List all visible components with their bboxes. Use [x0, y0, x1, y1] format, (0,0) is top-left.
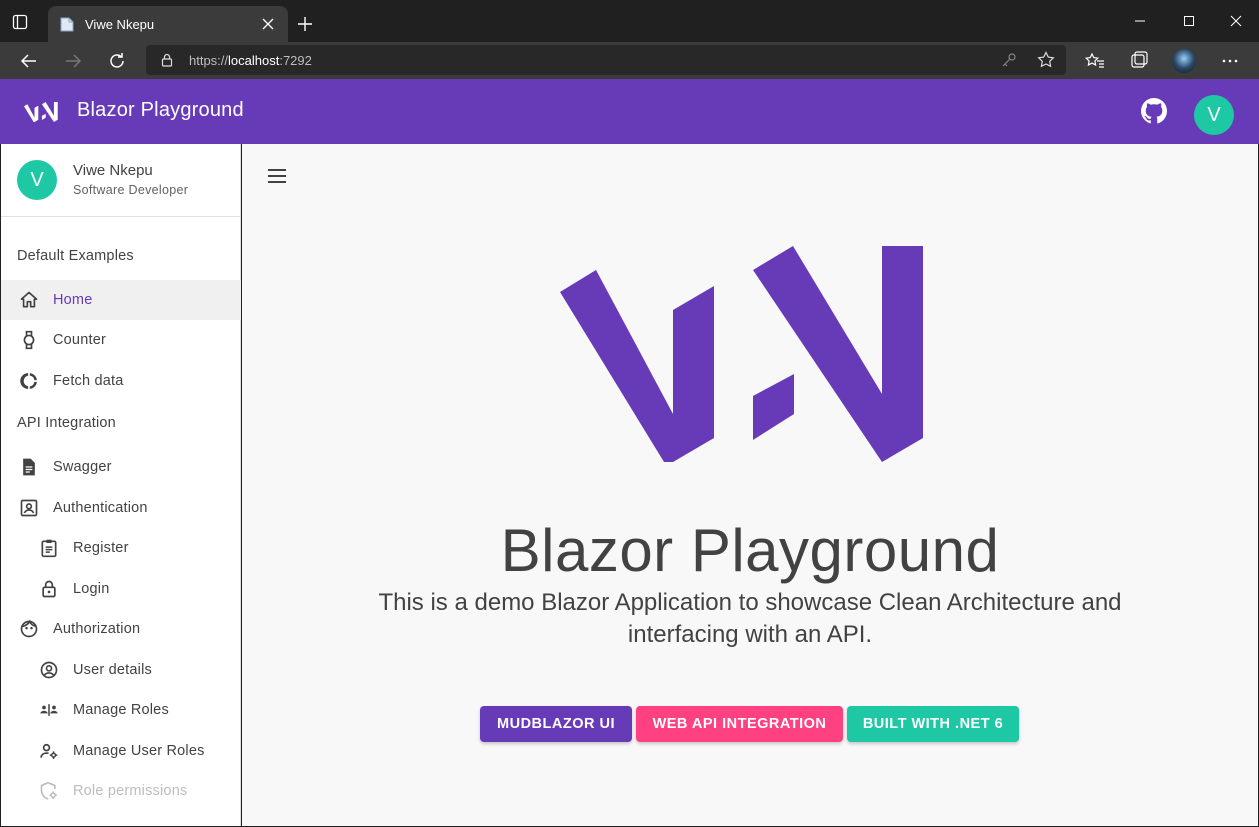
- github-icon[interactable]: [1141, 98, 1167, 124]
- close-tab-icon[interactable]: [262, 18, 274, 30]
- clipboard-icon: [41, 539, 57, 558]
- built-with-net6-button[interactable]: BUILT WITH .NET 6: [847, 706, 1019, 742]
- profile-avatar-icon[interactable]: [1172, 49, 1196, 73]
- nav-item-fetch-data[interactable]: Fetch data: [1, 361, 241, 401]
- nav-item-counter[interactable]: Counter: [1, 320, 241, 360]
- home-icon: [20, 291, 38, 308]
- shield-gear-icon: [40, 781, 57, 800]
- profile-avatar: V: [17, 160, 57, 200]
- tab-actions-icon[interactable]: [12, 14, 28, 30]
- nav-label: Counter: [53, 332, 106, 348]
- tab-title: Viwe Nkepu: [85, 17, 155, 32]
- profile-name: Viwe Nkepu: [73, 162, 153, 179]
- nav-item-home[interactable]: Home: [1, 280, 241, 320]
- nav-item-login[interactable]: Login: [1, 569, 241, 609]
- section-default-examples: Default Examples: [17, 248, 134, 264]
- nav-drawer: V Viwe Nkepu Software Developer Default …: [1, 144, 241, 826]
- nav-item-authentication[interactable]: Authentication: [1, 488, 241, 528]
- minimize-icon[interactable]: [1133, 14, 1147, 28]
- nav-label: Fetch data: [53, 373, 124, 389]
- main-content: Blazor Playground This is a demo Blazor …: [242, 144, 1258, 826]
- lock-icon[interactable]: [160, 53, 174, 67]
- close-window-icon[interactable]: [1229, 14, 1243, 28]
- favorites-icon[interactable]: [1085, 51, 1105, 71]
- account-circle-icon: [40, 661, 58, 679]
- nav-label: Role permissions: [73, 783, 188, 799]
- profile-role: Software Developer: [73, 183, 189, 197]
- refresh-icon[interactable]: [107, 51, 127, 71]
- nav-label: Register: [73, 540, 129, 556]
- watch-icon: [23, 330, 35, 350]
- forward-icon[interactable]: [63, 51, 83, 71]
- more-options-icon[interactable]: [1220, 51, 1240, 71]
- donut-chart-icon: [20, 373, 37, 389]
- nav-item-swagger[interactable]: Swagger: [1, 447, 241, 487]
- nav-label: Home: [53, 292, 93, 308]
- lock-icon: [42, 580, 56, 598]
- page-favicon-icon: [60, 17, 74, 32]
- contact-card-icon: [20, 499, 38, 517]
- hero-subtitle: This is a demo Blazor Application to sho…: [378, 589, 1122, 648]
- nav-label: User details: [73, 662, 152, 678]
- nav-label: Manage User Roles: [73, 743, 205, 759]
- nav-label: Manage Roles: [73, 702, 169, 718]
- vn-hero-logo: [560, 246, 923, 462]
- nav-item-role-permissions[interactable]: Role permissions: [1, 771, 241, 811]
- app-title: Blazor Playground: [77, 99, 244, 121]
- nav-item-authorization[interactable]: Authorization: [1, 609, 241, 649]
- nav-label: Login: [73, 581, 110, 597]
- nav-item-user-details[interactable]: User details: [1, 650, 241, 690]
- maximize-icon[interactable]: [1182, 14, 1196, 28]
- manage-accounts-icon: [40, 743, 58, 759]
- address-bar[interactable]: https://localhost:7292: [146, 45, 1066, 75]
- url-text: https://localhost:7292: [189, 53, 312, 68]
- face-icon: [20, 619, 38, 638]
- section-api-integration: API Integration: [17, 415, 116, 431]
- key-icon[interactable]: [1001, 52, 1017, 68]
- new-tab-icon[interactable]: [297, 16, 313, 32]
- nav-item-manage-user-roles[interactable]: Manage User Roles: [1, 731, 241, 771]
- browser-toolbar: https://localhost:7292: [0, 42, 1259, 79]
- nav-label: Swagger: [53, 459, 112, 475]
- collections-icon[interactable]: [1128, 51, 1148, 71]
- nav-label: Authorization: [53, 621, 141, 637]
- back-icon[interactable]: [19, 51, 39, 71]
- web-api-integration-button[interactable]: WEB API INTEGRATION: [636, 706, 843, 742]
- hero-title: Blazor Playground: [500, 517, 1000, 584]
- profile-card: V Viwe Nkepu Software Developer: [1, 144, 241, 217]
- hamburger-menu-icon[interactable]: [267, 168, 287, 184]
- app-bar: Blazor Playground V: [0, 79, 1259, 144]
- nav-label: Authentication: [53, 500, 148, 516]
- nav-item-manage-roles[interactable]: Manage Roles: [1, 690, 241, 730]
- browser-tab-bar: Viwe Nkepu: [0, 0, 1259, 42]
- user-avatar[interactable]: V: [1194, 95, 1234, 135]
- browser-tab[interactable]: Viwe Nkepu: [48, 6, 288, 42]
- add-favorite-icon[interactable]: [1037, 51, 1055, 69]
- document-icon: [23, 458, 35, 476]
- people-icon: [40, 704, 58, 716]
- vn-logo-icon[interactable]: [24, 101, 58, 123]
- nav-item-register[interactable]: Register: [1, 528, 241, 568]
- mudblazor-ui-button[interactable]: MUDBLAZOR UI: [480, 706, 632, 742]
